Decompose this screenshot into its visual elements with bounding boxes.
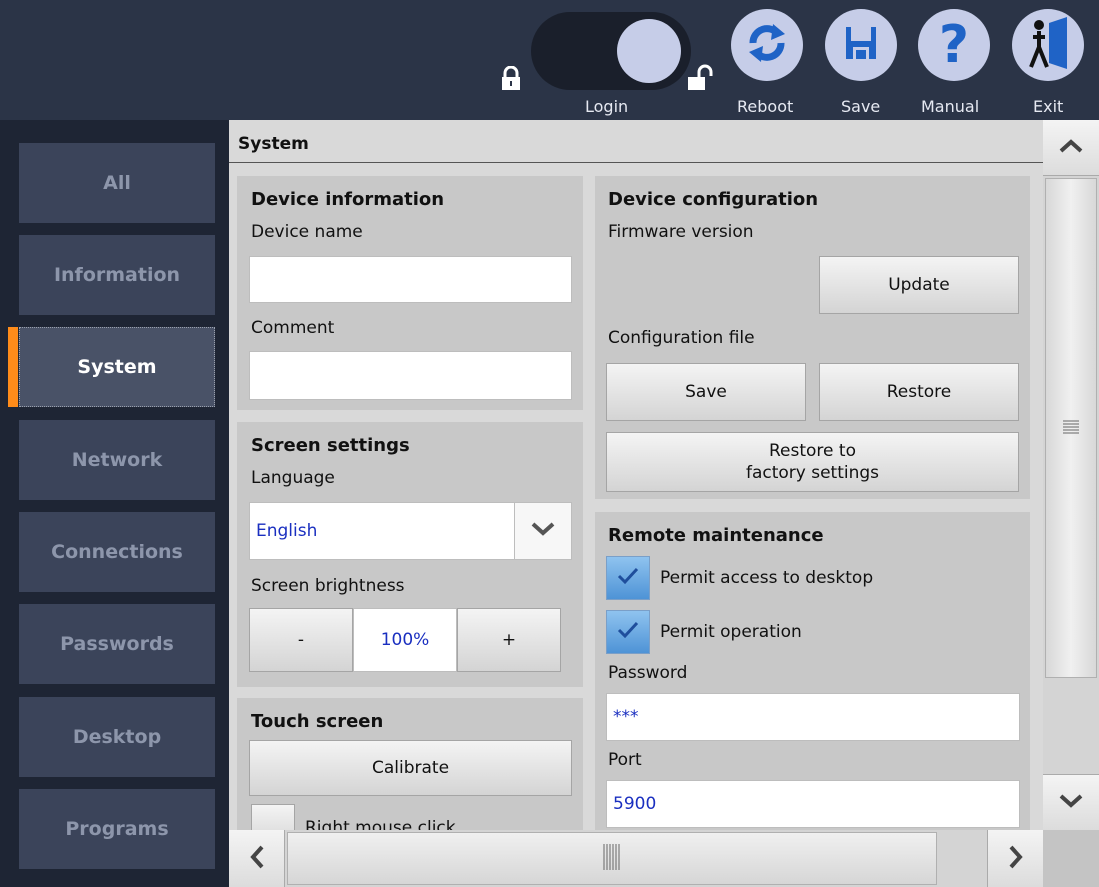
remote-maintenance-title: Remote maintenance	[608, 525, 824, 546]
active-indicator	[8, 327, 18, 407]
sidebar-item-desktop[interactable]: Desktop	[19, 697, 215, 777]
password-field[interactable]: ***	[606, 693, 1020, 741]
brightness-increase-button[interactable]: +	[457, 608, 561, 672]
port-label: Port	[608, 750, 642, 770]
touch-screen-title: Touch screen	[251, 711, 384, 732]
unlock-icon	[686, 64, 714, 90]
sidebar: All Information System Network Connectio…	[0, 120, 229, 887]
screen-settings-panel: Screen settings Language English Screen …	[237, 422, 583, 687]
chevron-right-icon	[1008, 844, 1024, 874]
manual-button[interactable]: ?	[918, 9, 990, 81]
permit-operation-label: Permit operation	[660, 622, 802, 642]
firmware-version-label: Firmware version	[608, 222, 754, 242]
vertical-scroll-thumb[interactable]	[1045, 178, 1097, 678]
content-area: System Device information Device name Co…	[229, 120, 1043, 830]
chevron-up-icon	[1058, 138, 1084, 158]
brightness-decrease-button[interactable]: -	[249, 608, 353, 672]
login-toggle[interactable]	[531, 12, 691, 90]
scroll-up-button[interactable]	[1043, 120, 1099, 176]
touch-screen-panel: Touch screen Calibrate Right mouse click	[237, 698, 583, 830]
config-restore-button[interactable]: Restore	[819, 363, 1019, 421]
page-title: System	[238, 134, 309, 154]
device-information-panel: Device information Device name Comment	[237, 176, 583, 410]
chevron-down-icon	[1058, 793, 1084, 813]
calibrate-button[interactable]: Calibrate	[249, 740, 572, 796]
help-icon: ?	[938, 15, 970, 75]
restore-factory-line2: factory settings	[745, 463, 880, 483]
reboot-button[interactable]	[731, 9, 803, 81]
dropdown-button[interactable]	[514, 503, 571, 559]
grip-icon	[1063, 419, 1079, 438]
comment-field[interactable]	[249, 351, 572, 400]
device-name-label: Device name	[251, 222, 363, 242]
sidebar-item-connections[interactable]: Connections	[19, 512, 215, 592]
update-button[interactable]: Update	[819, 256, 1019, 314]
exit-button[interactable]	[1012, 9, 1084, 81]
screen-settings-title: Screen settings	[251, 435, 410, 456]
port-field[interactable]: 5900	[606, 780, 1020, 828]
language-label: Language	[251, 468, 335, 488]
grip-icon	[602, 843, 622, 874]
floppy-icon	[846, 27, 876, 63]
password-label: Password	[608, 663, 688, 683]
scroll-down-button[interactable]	[1043, 774, 1099, 830]
toggle-knob[interactable]	[617, 19, 681, 83]
vertical-scrollbar[interactable]	[1043, 120, 1099, 830]
device-configuration-title: Device configuration	[608, 189, 819, 210]
language-select[interactable]: English	[249, 502, 572, 560]
language-value: English	[256, 521, 318, 541]
right-mouse-click-label: Right mouse click	[305, 818, 456, 830]
horizontal-scroll-thumb[interactable]	[287, 832, 937, 885]
brightness-value: 100%	[353, 608, 457, 672]
restore-factory-line1: Restore to	[769, 441, 856, 461]
restore-factory-settings-button[interactable]: Restore to factory settings	[606, 432, 1019, 492]
manual-label: Manual	[921, 97, 980, 116]
remote-maintenance-panel: Remote maintenance Permit access to desk…	[595, 512, 1030, 830]
scrollbar-corner	[1043, 830, 1099, 887]
top-toolbar: Login Reboot Save ? Manual Exit	[0, 0, 1099, 120]
sidebar-item-programs[interactable]: Programs	[19, 789, 215, 869]
config-save-button[interactable]: Save	[606, 363, 806, 421]
exit-door-icon	[1023, 15, 1073, 75]
save-button[interactable]	[825, 9, 897, 81]
lock-icon	[500, 65, 522, 90]
checkmark-icon	[616, 566, 640, 590]
comment-label: Comment	[251, 318, 335, 338]
brightness-label: Screen brightness	[251, 576, 405, 596]
scroll-left-button[interactable]	[229, 830, 285, 887]
permit-operation-checkbox[interactable]	[606, 610, 650, 654]
reboot-label: Reboot	[737, 97, 794, 116]
device-configuration-panel: Device configuration Firmware version Up…	[595, 176, 1030, 499]
permit-desktop-checkbox[interactable]	[606, 556, 650, 600]
chevron-left-icon	[249, 844, 265, 874]
refresh-icon	[744, 20, 790, 70]
device-name-field[interactable]	[249, 256, 572, 303]
sidebar-item-information[interactable]: Information	[19, 235, 215, 315]
scroll-right-button[interactable]	[987, 830, 1043, 887]
horizontal-scrollbar[interactable]	[229, 830, 1043, 887]
checkmark-icon	[616, 620, 640, 644]
sidebar-item-system[interactable]: System	[19, 327, 215, 407]
sidebar-item-network[interactable]: Network	[19, 420, 215, 500]
right-mouse-click-checkbox[interactable]	[251, 804, 295, 830]
sidebar-item-passwords[interactable]: Passwords	[19, 604, 215, 684]
exit-label: Exit	[1033, 97, 1064, 116]
sidebar-item-all[interactable]: All	[19, 143, 215, 223]
title-divider	[229, 162, 1043, 163]
save-label: Save	[841, 97, 881, 116]
device-information-title: Device information	[251, 189, 445, 210]
permit-desktop-label: Permit access to desktop	[660, 568, 874, 588]
chevron-down-icon	[530, 521, 556, 542]
login-label: Login	[585, 97, 629, 116]
configuration-file-label: Configuration file	[608, 328, 755, 348]
